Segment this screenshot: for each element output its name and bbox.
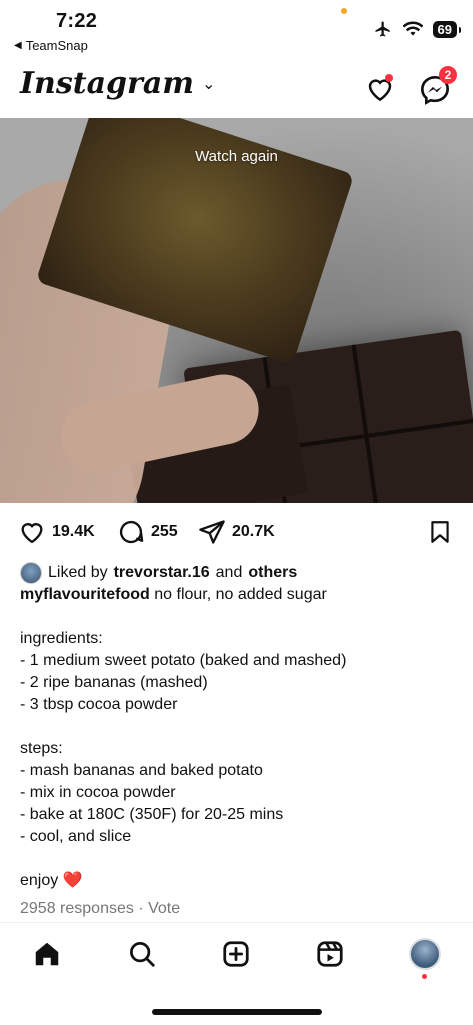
caption-text: no flour, no added sugar bbox=[154, 586, 327, 603]
author-username-link[interactable]: myflavouritefood bbox=[20, 586, 150, 603]
reels-icon bbox=[317, 941, 343, 967]
battery-indicator: 69 bbox=[432, 20, 462, 38]
share-button[interactable]: 20.7K bbox=[198, 518, 275, 546]
profile-notification-dot bbox=[422, 974, 427, 979]
nav-create[interactable] bbox=[219, 937, 253, 971]
status-icons: 69 bbox=[373, 20, 462, 38]
avatar[interactable] bbox=[20, 562, 42, 584]
like-count: 19.4K bbox=[52, 523, 95, 540]
send-icon bbox=[199, 520, 225, 544]
step-item: - mash bananas and baked potato bbox=[20, 762, 263, 779]
comment-icon bbox=[119, 521, 144, 544]
nav-search[interactable] bbox=[125, 937, 159, 971]
chevron-down-icon: ⌄ bbox=[202, 75, 216, 93]
messages-button[interactable]: 2 bbox=[419, 66, 457, 106]
enjoy-text: enjoy bbox=[20, 872, 59, 889]
ingredient-item: - 1 medium sweet potato (baked and mashe… bbox=[20, 652, 347, 669]
step-item: - bake at 180C (350F) for 20-25 mins bbox=[20, 806, 284, 823]
airplane-icon bbox=[375, 21, 390, 37]
like-button[interactable]: 19.4K bbox=[18, 518, 95, 546]
messages-badge: 2 bbox=[439, 66, 457, 84]
bottom-nav bbox=[0, 922, 473, 1025]
step-item: - cool, and slice bbox=[20, 828, 132, 845]
liked-by-user-link[interactable]: trevorstar.16 bbox=[114, 562, 210, 584]
notification-dot bbox=[385, 74, 393, 82]
home-icon bbox=[35, 942, 59, 966]
nav-profile[interactable] bbox=[408, 937, 442, 979]
back-arrow-icon: ◀ bbox=[14, 40, 22, 51]
comment-button[interactable]: 255 bbox=[117, 518, 178, 546]
post-video[interactable]: Watch again bbox=[0, 118, 473, 503]
avatar bbox=[409, 938, 441, 970]
liked-by-others-link[interactable]: others bbox=[248, 562, 297, 584]
ingredient-item: - 3 tbsp cocoa powder bbox=[20, 696, 178, 713]
notifications-button[interactable] bbox=[365, 74, 395, 104]
back-to-app-link[interactable]: ◀ TeamSnap bbox=[14, 38, 88, 53]
heart-icon bbox=[21, 523, 43, 544]
share-count: 20.7K bbox=[232, 523, 275, 540]
search-icon bbox=[130, 942, 155, 967]
app-header: Instagram ⌄ 2 bbox=[0, 60, 473, 118]
red-heart-emoji: ❤️ bbox=[62, 872, 83, 889]
privacy-indicator-dot bbox=[341, 8, 347, 14]
ingredient-item: - 2 ripe bananas (mashed) bbox=[20, 674, 208, 691]
liked-by-and: and bbox=[215, 564, 243, 581]
save-button[interactable] bbox=[427, 518, 453, 551]
caption-enjoy-line: enjoy ❤️ bbox=[20, 870, 460, 892]
nav-home[interactable] bbox=[30, 937, 64, 971]
instagram-logo[interactable]: Instagram ⌄ bbox=[20, 66, 215, 101]
nav-reels[interactable] bbox=[313, 937, 347, 971]
ingredients-title: ingredients: bbox=[20, 630, 103, 647]
post-caption: Liked by trevorstar.16 and others myflav… bbox=[20, 562, 460, 920]
liked-by-prefix: Liked by bbox=[48, 564, 108, 581]
clock: 7:22 bbox=[56, 10, 98, 32]
steps-title: steps: bbox=[20, 740, 63, 757]
liked-by-row: Liked by trevorstar.16 and others bbox=[20, 562, 460, 584]
watch-again-button[interactable]: Watch again bbox=[0, 148, 473, 165]
caption-first-line: myflavouritefood no flour, no added suga… bbox=[20, 584, 460, 606]
step-item: - mix in cocoa powder bbox=[20, 784, 176, 801]
post-actions: 19.4K 255 20.7K bbox=[0, 515, 473, 549]
status-bar: 7:22 ◀ TeamSnap 69 bbox=[0, 0, 473, 58]
bookmark-icon bbox=[431, 521, 449, 543]
back-app-label: TeamSnap bbox=[25, 38, 88, 53]
responses-vote-link[interactable]: 2958 responses · Vote bbox=[20, 898, 460, 920]
create-icon bbox=[223, 941, 249, 967]
logo-text: Instagram bbox=[20, 66, 194, 101]
home-indicator[interactable] bbox=[152, 1009, 322, 1015]
wifi-icon bbox=[402, 21, 423, 36]
comment-count: 255 bbox=[151, 523, 178, 540]
